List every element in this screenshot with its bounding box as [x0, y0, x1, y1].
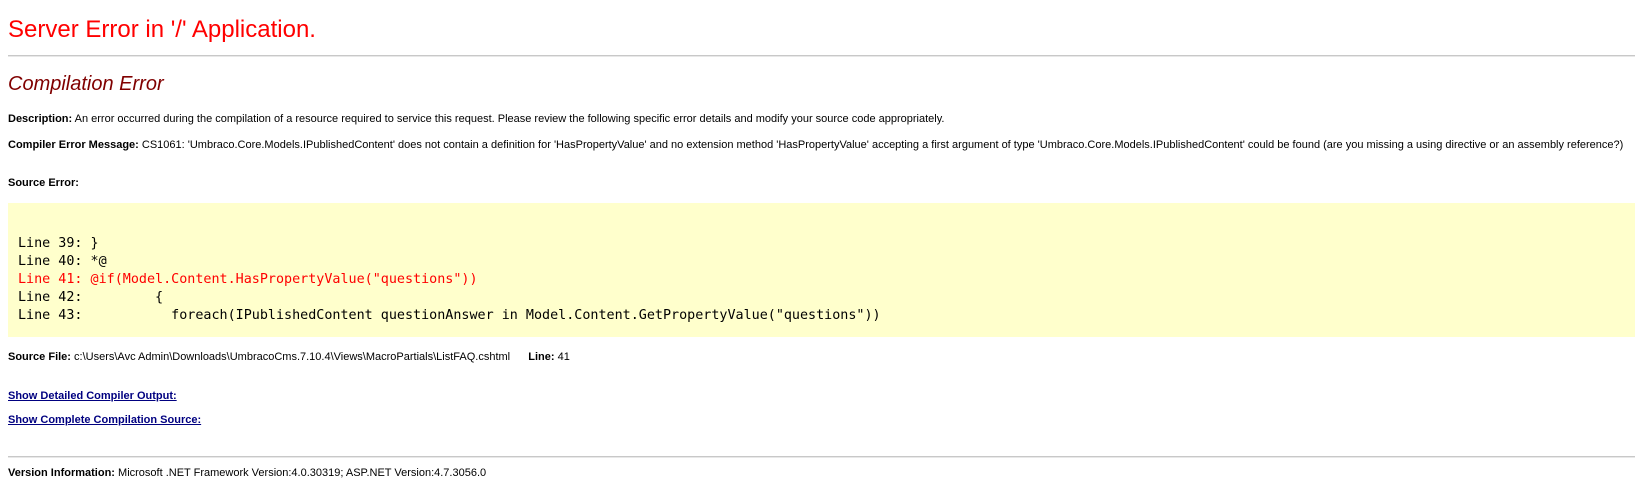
show-complete-compilation-source-link[interactable]: Show Complete Compilation Source:: [8, 414, 201, 426]
source-file-label: Source File:: [8, 351, 71, 363]
page-title: Server Error in '/' Application.: [8, 16, 316, 43]
compiler-error-label: Compiler Error Message:: [8, 139, 139, 151]
code-line: Line 43: foreach(IPublishedContent quest…: [18, 308, 881, 323]
version-information: Version Information: Microsoft .NET Fram…: [8, 467, 486, 480]
footer-divider: [8, 456, 1635, 458]
title-divider: [8, 55, 1635, 57]
version-label: Version Information:: [8, 467, 115, 479]
source-error-label: Source Error:: [8, 177, 79, 189]
error-type-heading: Compilation Error: [8, 73, 164, 95]
code-line: Line 42: {: [18, 290, 164, 305]
description-label: Description:: [8, 113, 73, 125]
source-code-box: Line 39: } Line 40: *@ Line 41: @if(Mode…: [8, 203, 1635, 337]
source-file-info: Source File: c:\Users\Avc Admin\Download…: [8, 351, 570, 364]
code-line: Line 40: *@: [18, 254, 107, 269]
source-file-path: c:\Users\Avc Admin\Downloads\UmbracoCms.…: [74, 351, 511, 363]
compiler-error-message: Compiler Error Message: CS1061: 'Umbraco…: [8, 139, 1628, 152]
source-error-heading: Source Error:: [8, 177, 79, 190]
source-line-value: 41: [557, 351, 570, 363]
description-text: An error occurred during the compilation…: [74, 113, 945, 125]
show-detailed-compiler-output-link[interactable]: Show Detailed Compiler Output:: [8, 390, 177, 402]
source-code: Line 39: } Line 40: *@ Line 41: @if(Mode…: [18, 235, 881, 325]
compiler-error-text: CS1061: 'Umbraco.Core.Models.IPublishedC…: [141, 139, 1624, 151]
description: Description: An error occurred during th…: [8, 113, 944, 126]
code-line-error: Line 41: @if(Model.Content.HasPropertyVa…: [18, 272, 478, 287]
version-text: Microsoft .NET Framework Version:4.0.303…: [118, 467, 487, 479]
source-line-label: Line:: [528, 351, 555, 363]
code-line: Line 39: }: [18, 236, 99, 251]
